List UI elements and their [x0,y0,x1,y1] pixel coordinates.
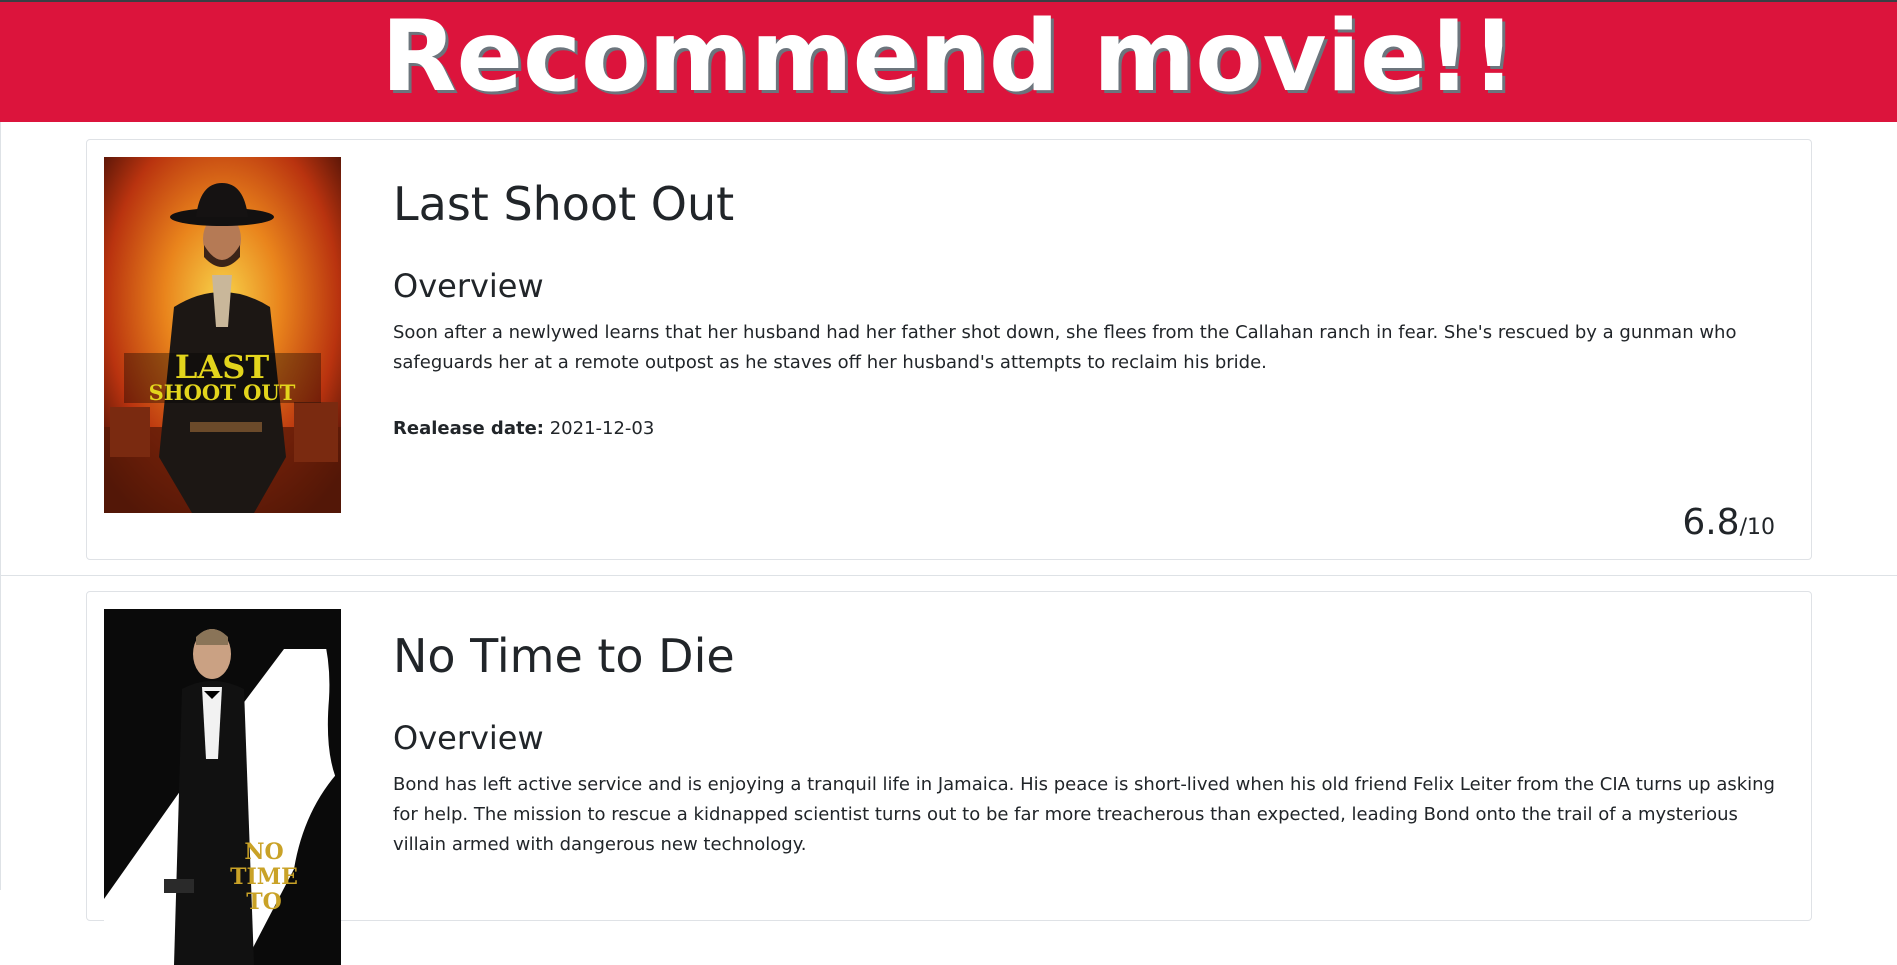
release-date-value: 2021-12-03 [549,418,655,440]
left-border-line [0,122,1,890]
poster-title-line2: TIME [230,864,298,890]
release-date-label: Realease date: [393,418,544,440]
movie-title: No Time to Die [393,629,735,683]
movie-poster: LAST SHOOT OUT [104,157,341,513]
poster-title-line3: TO [246,889,282,915]
movie-body: Last Shoot Out Overview Soon after a new… [393,178,1775,439]
rating-value: 6.8 [1682,502,1740,543]
movie-poster: NO TIME TO [104,609,341,965]
overview-heading: Overview [393,718,544,757]
poster-title-line2: SHOOT OUT [149,380,296,405]
movie-rating: 6.8/10 [1682,502,1775,543]
movie-card: NO TIME TO No Time to Die Overview Bond … [86,591,1812,965]
rating-suffix: /10 [1739,515,1775,540]
release-date: Realease date: 2021-12-03 [393,418,1775,439]
overview-text: Soon after a newlywed learns that her hu… [393,322,1737,374]
poster-title-line1: NO [244,839,283,865]
divider [0,575,1897,576]
page-title: Recommend movie!! [381,0,1516,114]
overview-heading: Overview [393,266,544,305]
movie-title: Last Shoot Out [393,177,735,231]
overview-text: Bond has left active service and is enjo… [393,774,1775,856]
page-header: Recommend movie!! [0,2,1897,122]
movie-card: LAST SHOOT OUT Last Shoot Out Overview S… [86,139,1812,560]
movie-body: No Time to Die Overview Bond has left ac… [393,630,1775,860]
